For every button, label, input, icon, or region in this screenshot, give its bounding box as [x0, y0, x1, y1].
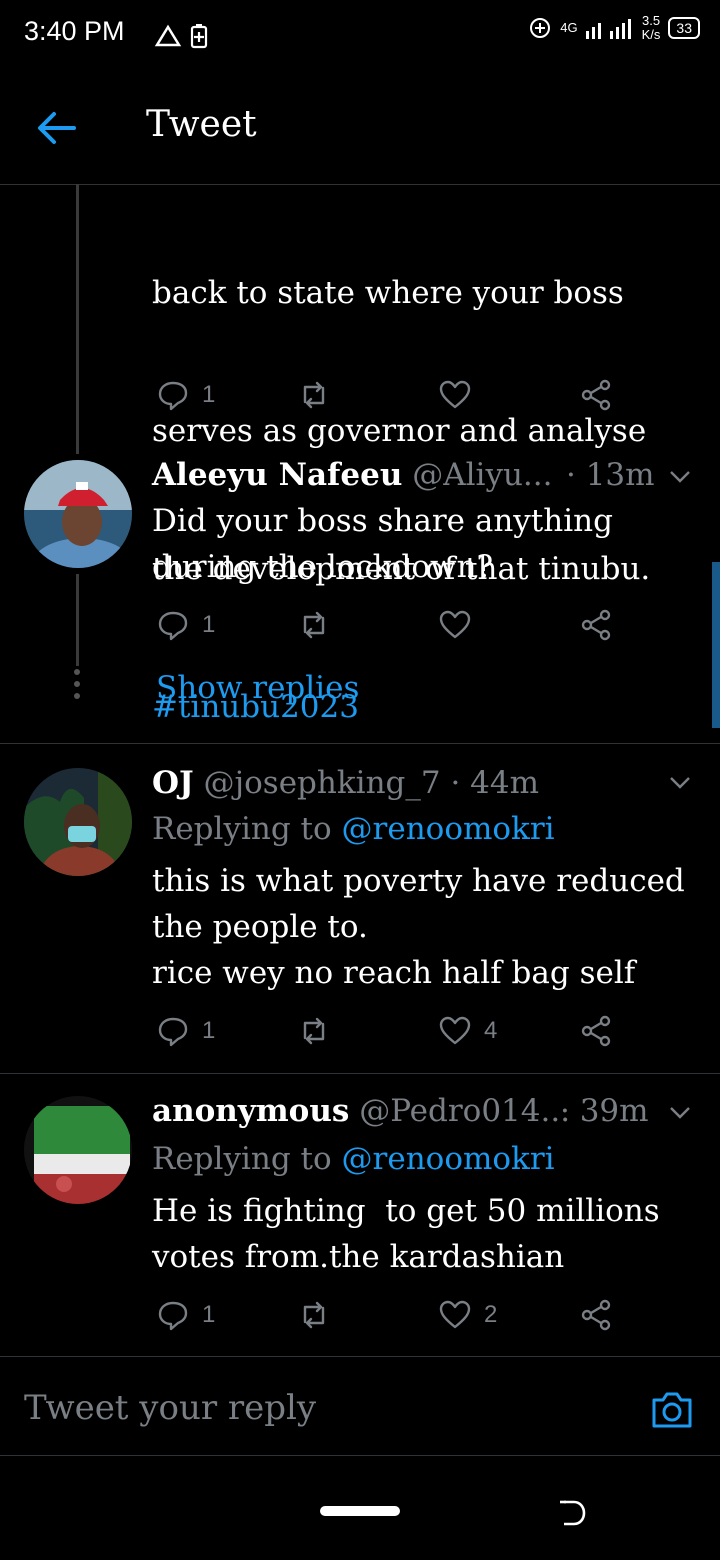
replying-to-label: Replying to — [152, 1141, 332, 1177]
author-name[interactable]: OJ — [152, 765, 194, 801]
reply-button[interactable]: 1 — [156, 1298, 297, 1332]
scrollbar[interactable] — [712, 562, 720, 728]
data-saver-icon — [530, 18, 551, 38]
tweet-time: · 39m — [560, 1093, 649, 1129]
like-button[interactable] — [438, 378, 579, 412]
author-name[interactable]: anonymous — [152, 1093, 349, 1129]
divider — [0, 1073, 720, 1074]
tweet-actions: 1 4 — [156, 1014, 720, 1048]
tweet-text: this is what poverty have reduced the pe… — [152, 863, 685, 991]
reply-input[interactable]: Tweet your reply — [24, 1388, 316, 1428]
retweet-button[interactable] — [297, 378, 438, 412]
retweet-icon — [303, 1301, 325, 1329]
reply-icon — [158, 1017, 188, 1047]
thread-dots-icon — [74, 669, 80, 699]
author-handle[interactable]: @Pedro014... — [359, 1093, 570, 1129]
author-handle[interactable]: @Aliyu... — [412, 457, 552, 493]
tweet-meta: anonymous @Pedro014... — [152, 1090, 570, 1132]
reply-count: 1 — [202, 611, 216, 638]
tweet-text-line: back to state where your boss — [152, 275, 624, 311]
reply-button[interactable]: 1 — [156, 378, 297, 412]
author-name[interactable]: Aleeyu Nafeeu — [152, 457, 402, 493]
tweet-actions: 1 2 — [156, 1298, 720, 1332]
reply-count: 1 — [202, 1017, 216, 1044]
network-type-label: 4G — [560, 20, 578, 35]
like-count: 4 — [484, 1017, 498, 1044]
network-speed-value: 3.5 — [641, 13, 661, 28]
tweet-text: He is fighting to get 50 millions votes … — [152, 1193, 660, 1275]
battery-saver-icon — [190, 24, 208, 49]
replying-to: Replying to @renoomokri — [152, 808, 555, 850]
camera-icon[interactable] — [650, 1388, 694, 1432]
share-button[interactable] — [579, 378, 720, 412]
tweet-text: Did your boss share anything during the … — [152, 503, 613, 585]
retweet-button[interactable] — [297, 1298, 438, 1332]
retweet-icon — [303, 611, 325, 639]
status-left-icons — [154, 22, 208, 50]
heart-icon — [439, 380, 471, 409]
reply-icon — [158, 381, 188, 411]
retweet-button[interactable] — [297, 1014, 438, 1048]
page-title: Tweet — [146, 104, 257, 145]
tweet-meta: OJ @josephking_7 · 44m — [152, 762, 539, 804]
back-arrow-icon[interactable] — [34, 108, 80, 148]
mention-link[interactable]: @renoomokri — [342, 1141, 555, 1177]
replying-to-label: Replying to — [152, 811, 332, 847]
heart-icon — [439, 610, 471, 639]
tweet-time: · 13m — [566, 457, 655, 493]
retweet-icon — [303, 1017, 325, 1045]
avatar[interactable] — [24, 460, 132, 568]
heart-icon — [439, 1016, 471, 1045]
share-button[interactable] — [579, 1014, 720, 1048]
warning-icon — [154, 24, 182, 47]
replying-to: Replying to @renoomokri — [152, 1138, 555, 1180]
share-icon — [581, 1299, 611, 1331]
tweet-text-line: serves as governor and analyse — [152, 413, 647, 449]
show-replies-link[interactable]: Show replies — [156, 670, 359, 706]
signal-icon — [585, 19, 631, 39]
status-time: 3:40 PM — [24, 16, 125, 46]
divider — [0, 743, 720, 744]
chevron-down-icon[interactable] — [666, 768, 694, 796]
status-right-icons: 4G 3.5 K/s 33 — [528, 14, 700, 42]
thread-connector-line — [76, 574, 79, 666]
avatar[interactable] — [24, 768, 132, 876]
network-speed-unit: K/s — [641, 27, 661, 42]
like-button[interactable]: 2 — [438, 1298, 579, 1332]
share-button[interactable] — [579, 1298, 720, 1332]
share-icon — [581, 1015, 611, 1047]
chevron-down-icon[interactable] — [666, 1098, 694, 1126]
like-button[interactable] — [438, 608, 579, 642]
reply-button[interactable]: 1 — [156, 608, 297, 642]
reply-count: 1 — [202, 381, 216, 408]
heart-icon — [439, 1300, 471, 1329]
reply-count: 1 — [202, 1301, 216, 1328]
battery-indicator: 33 — [668, 17, 700, 39]
like-count: 2 — [484, 1301, 498, 1328]
tweet-meta: Aleeyu Nafeeu @Aliyu... — [152, 454, 553, 496]
thread-connector-line — [76, 184, 79, 454]
tweet-actions: 1 — [156, 378, 720, 412]
home-gesture-bar[interactable] — [320, 1506, 400, 1516]
share-icon — [581, 609, 611, 641]
share-button[interactable] — [579, 608, 720, 642]
reply-icon — [158, 1301, 188, 1331]
reply-icon — [158, 611, 188, 641]
reply-button[interactable]: 1 — [156, 1014, 297, 1048]
retweet-button[interactable] — [297, 608, 438, 642]
network-speed: 3.5 K/s — [642, 14, 661, 42]
tweet-time: · 44m — [450, 765, 540, 801]
back-gesture-icon[interactable] — [556, 1496, 590, 1530]
share-icon — [581, 379, 611, 411]
author-handle[interactable]: @josephking_7 — [204, 765, 441, 801]
tweet-actions: 1 — [156, 608, 720, 642]
mention-link[interactable]: @renoomokri — [342, 811, 555, 847]
retweet-icon — [303, 381, 325, 409]
header-bar — [0, 72, 720, 185]
like-button[interactable]: 4 — [438, 1014, 579, 1048]
avatar[interactable] — [24, 1096, 132, 1204]
chevron-down-icon[interactable] — [666, 462, 694, 490]
